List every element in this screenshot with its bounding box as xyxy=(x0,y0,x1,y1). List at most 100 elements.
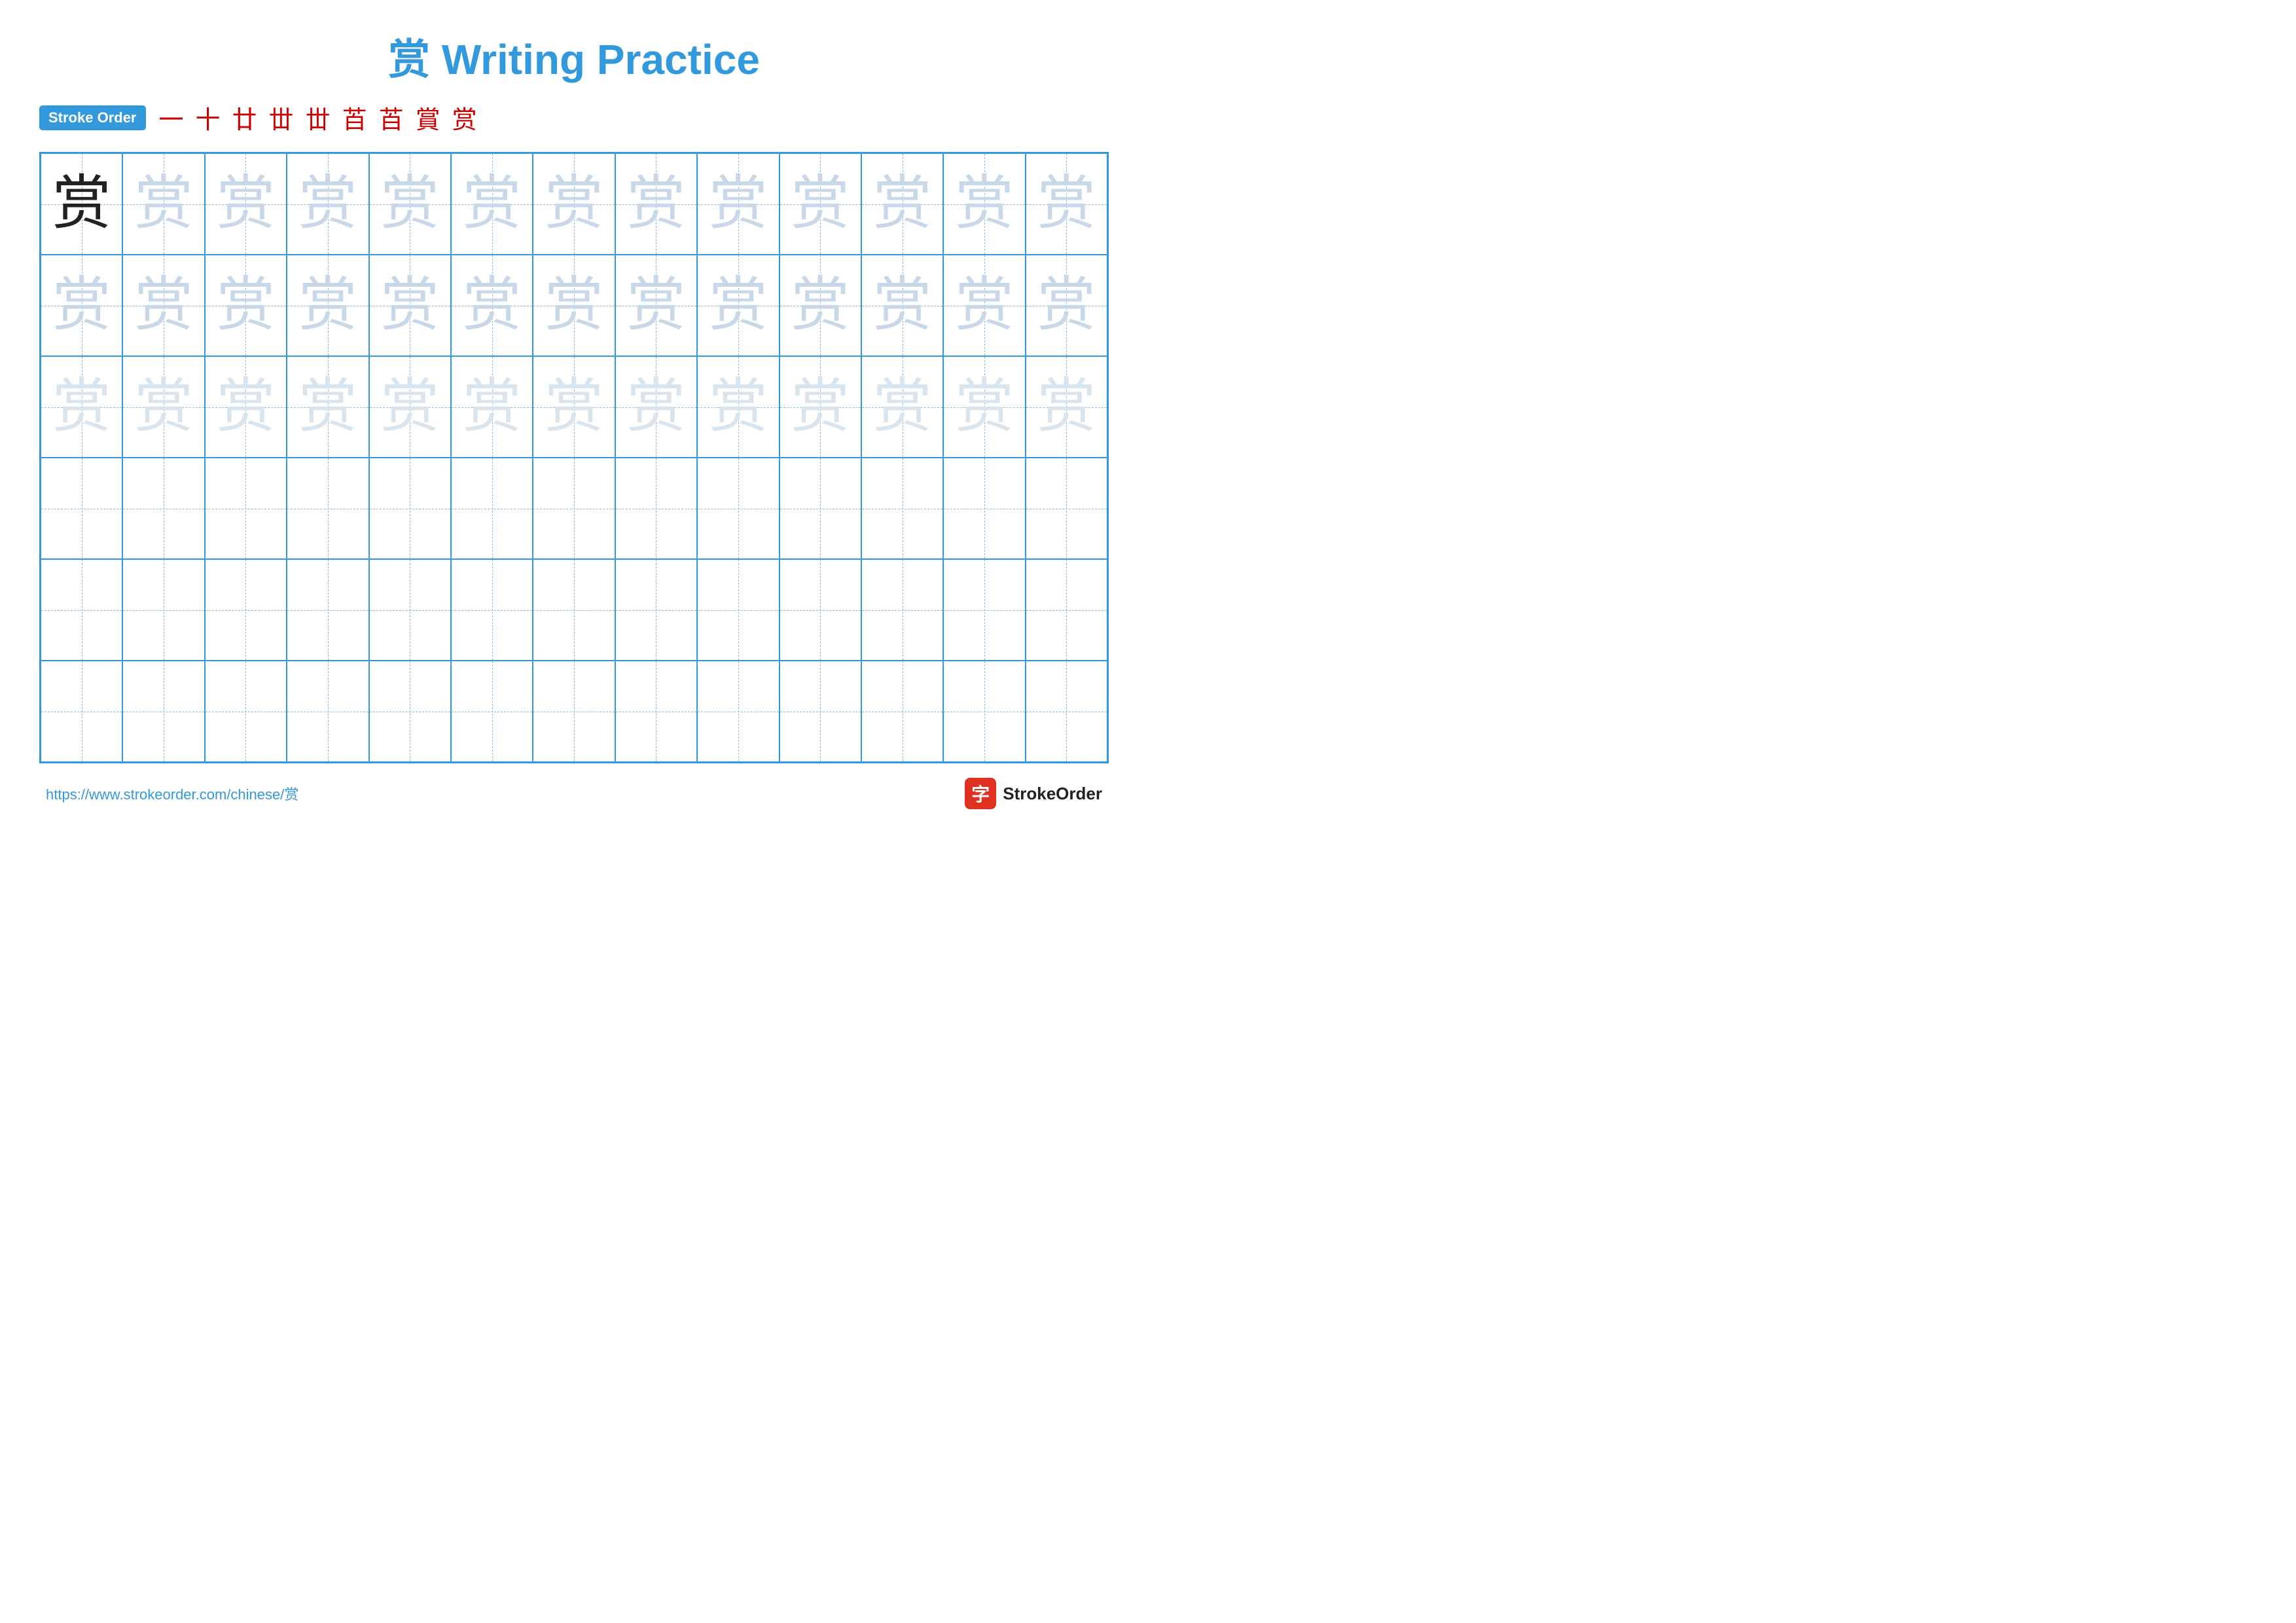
title-text: Writing Practice xyxy=(430,36,760,83)
char-display: 赏 xyxy=(955,378,1014,437)
cell-6-6[interactable] xyxy=(451,661,533,762)
footer: https://www.strokeorder.com/chinese/赏 字 … xyxy=(39,778,1109,809)
cell-2-2: 赏 xyxy=(122,255,204,356)
char-display: 赏 xyxy=(52,378,111,437)
cell-6-1[interactable] xyxy=(41,661,122,762)
cell-6-10[interactable] xyxy=(780,661,861,762)
char-display: 赏 xyxy=(380,378,439,437)
cell-2-6: 赏 xyxy=(451,255,533,356)
char-display: 赏 xyxy=(380,175,439,234)
cell-6-13[interactable] xyxy=(1026,661,1107,762)
grid-row-3: 赏 赏 赏 赏 赏 赏 赏 赏 赏 xyxy=(41,356,1107,458)
stroke-9: 赏 xyxy=(452,100,477,136)
char-display: 赏 xyxy=(791,175,850,234)
logo-char: 字 xyxy=(971,780,990,807)
cell-1-12: 赏 xyxy=(943,153,1025,255)
cell-6-4[interactable] xyxy=(287,661,368,762)
practice-grid: 赏 赏 赏 赏 赏 赏 赏 赏 赏 xyxy=(39,152,1109,763)
char-display: 赏 xyxy=(545,378,603,437)
char-display: 赏 xyxy=(1037,378,1096,437)
char-display: 赏 xyxy=(873,276,932,335)
cell-5-10[interactable] xyxy=(780,559,861,661)
char-display: 赏 xyxy=(873,378,932,437)
cell-4-1[interactable] xyxy=(41,458,122,559)
cell-5-13[interactable] xyxy=(1026,559,1107,661)
page: 赏 Writing Practice Stroke Order 一 十 廿 丗 … xyxy=(0,0,1148,812)
char-display: 赏 xyxy=(709,378,768,437)
cell-4-4[interactable] xyxy=(287,458,368,559)
cell-4-6[interactable] xyxy=(451,458,533,559)
cell-1-6: 赏 xyxy=(451,153,533,255)
cell-4-5[interactable] xyxy=(369,458,451,559)
cell-6-5[interactable] xyxy=(369,661,451,762)
cell-4-13[interactable] xyxy=(1026,458,1107,559)
cell-6-9[interactable] xyxy=(697,661,779,762)
cell-5-8[interactable] xyxy=(615,559,697,661)
cell-6-2[interactable] xyxy=(122,661,204,762)
cell-3-9: 赏 xyxy=(697,356,779,458)
cell-3-6: 赏 xyxy=(451,356,533,458)
cell-6-8[interactable] xyxy=(615,661,697,762)
cell-1-11: 赏 xyxy=(861,153,943,255)
cell-4-7[interactable] xyxy=(533,458,615,559)
cell-6-11[interactable] xyxy=(861,661,943,762)
cell-2-9: 赏 xyxy=(697,255,779,356)
char-display: 赏 xyxy=(134,378,193,437)
cell-1-2: 赏 xyxy=(122,153,204,255)
cell-5-12[interactable] xyxy=(943,559,1025,661)
cell-3-1: 赏 xyxy=(41,356,122,458)
cell-5-7[interactable] xyxy=(533,559,615,661)
char-display: 赏 xyxy=(463,276,522,335)
cell-6-12[interactable] xyxy=(943,661,1025,762)
char-display: 赏 xyxy=(545,276,603,335)
cell-3-13: 赏 xyxy=(1026,356,1107,458)
footer-logo: 字 StrokeOrder xyxy=(965,778,1102,809)
char-display: 赏 xyxy=(298,378,357,437)
cell-3-5: 赏 xyxy=(369,356,451,458)
grid-row-1: 赏 赏 赏 赏 赏 赏 赏 赏 赏 xyxy=(41,153,1107,255)
stroke-order-badge: Stroke Order xyxy=(39,105,146,130)
cell-2-13: 赏 xyxy=(1026,255,1107,356)
cell-3-4: 赏 xyxy=(287,356,368,458)
logo-icon: 字 xyxy=(965,778,996,809)
cell-1-9: 赏 xyxy=(697,153,779,255)
cell-4-12[interactable] xyxy=(943,458,1025,559)
cell-1-3: 赏 xyxy=(205,153,287,255)
cell-4-9[interactable] xyxy=(697,458,779,559)
stroke-5: 丗 xyxy=(306,100,331,136)
cell-4-2[interactable] xyxy=(122,458,204,559)
char-display: 赏 xyxy=(626,276,685,335)
cell-5-1[interactable] xyxy=(41,559,122,661)
cell-3-2: 赏 xyxy=(122,356,204,458)
stroke-4: 丗 xyxy=(269,100,294,136)
cell-2-8: 赏 xyxy=(615,255,697,356)
char-display: 赏 xyxy=(298,175,357,234)
cell-4-10[interactable] xyxy=(780,458,861,559)
cell-3-3: 赏 xyxy=(205,356,287,458)
cell-3-7: 赏 xyxy=(533,356,615,458)
cell-5-3[interactable] xyxy=(205,559,287,661)
stroke-3: 廿 xyxy=(232,100,257,136)
cell-5-9[interactable] xyxy=(697,559,779,661)
cell-3-11: 赏 xyxy=(861,356,943,458)
stroke-8: 賞 xyxy=(416,100,440,136)
cell-6-7[interactable] xyxy=(533,661,615,762)
stroke-order-chars: 一 十 廿 丗 丗 苩 苩 賞 赏 xyxy=(159,100,477,136)
cell-6-3[interactable] xyxy=(205,661,287,762)
cell-1-4: 赏 xyxy=(287,153,368,255)
cell-5-6[interactable] xyxy=(451,559,533,661)
char-display: 赏 xyxy=(52,175,111,234)
cell-4-8[interactable] xyxy=(615,458,697,559)
cell-5-4[interactable] xyxy=(287,559,368,661)
char-display: 赏 xyxy=(791,276,850,335)
cell-2-11: 赏 xyxy=(861,255,943,356)
cell-4-11[interactable] xyxy=(861,458,943,559)
cell-5-5[interactable] xyxy=(369,559,451,661)
char-display: 赏 xyxy=(216,175,275,234)
cell-5-11[interactable] xyxy=(861,559,943,661)
cell-5-2[interactable] xyxy=(122,559,204,661)
cell-4-3[interactable] xyxy=(205,458,287,559)
stroke-6: 苩 xyxy=(342,100,367,136)
page-title: 赏 Writing Practice xyxy=(39,26,1109,86)
cell-2-5: 赏 xyxy=(369,255,451,356)
